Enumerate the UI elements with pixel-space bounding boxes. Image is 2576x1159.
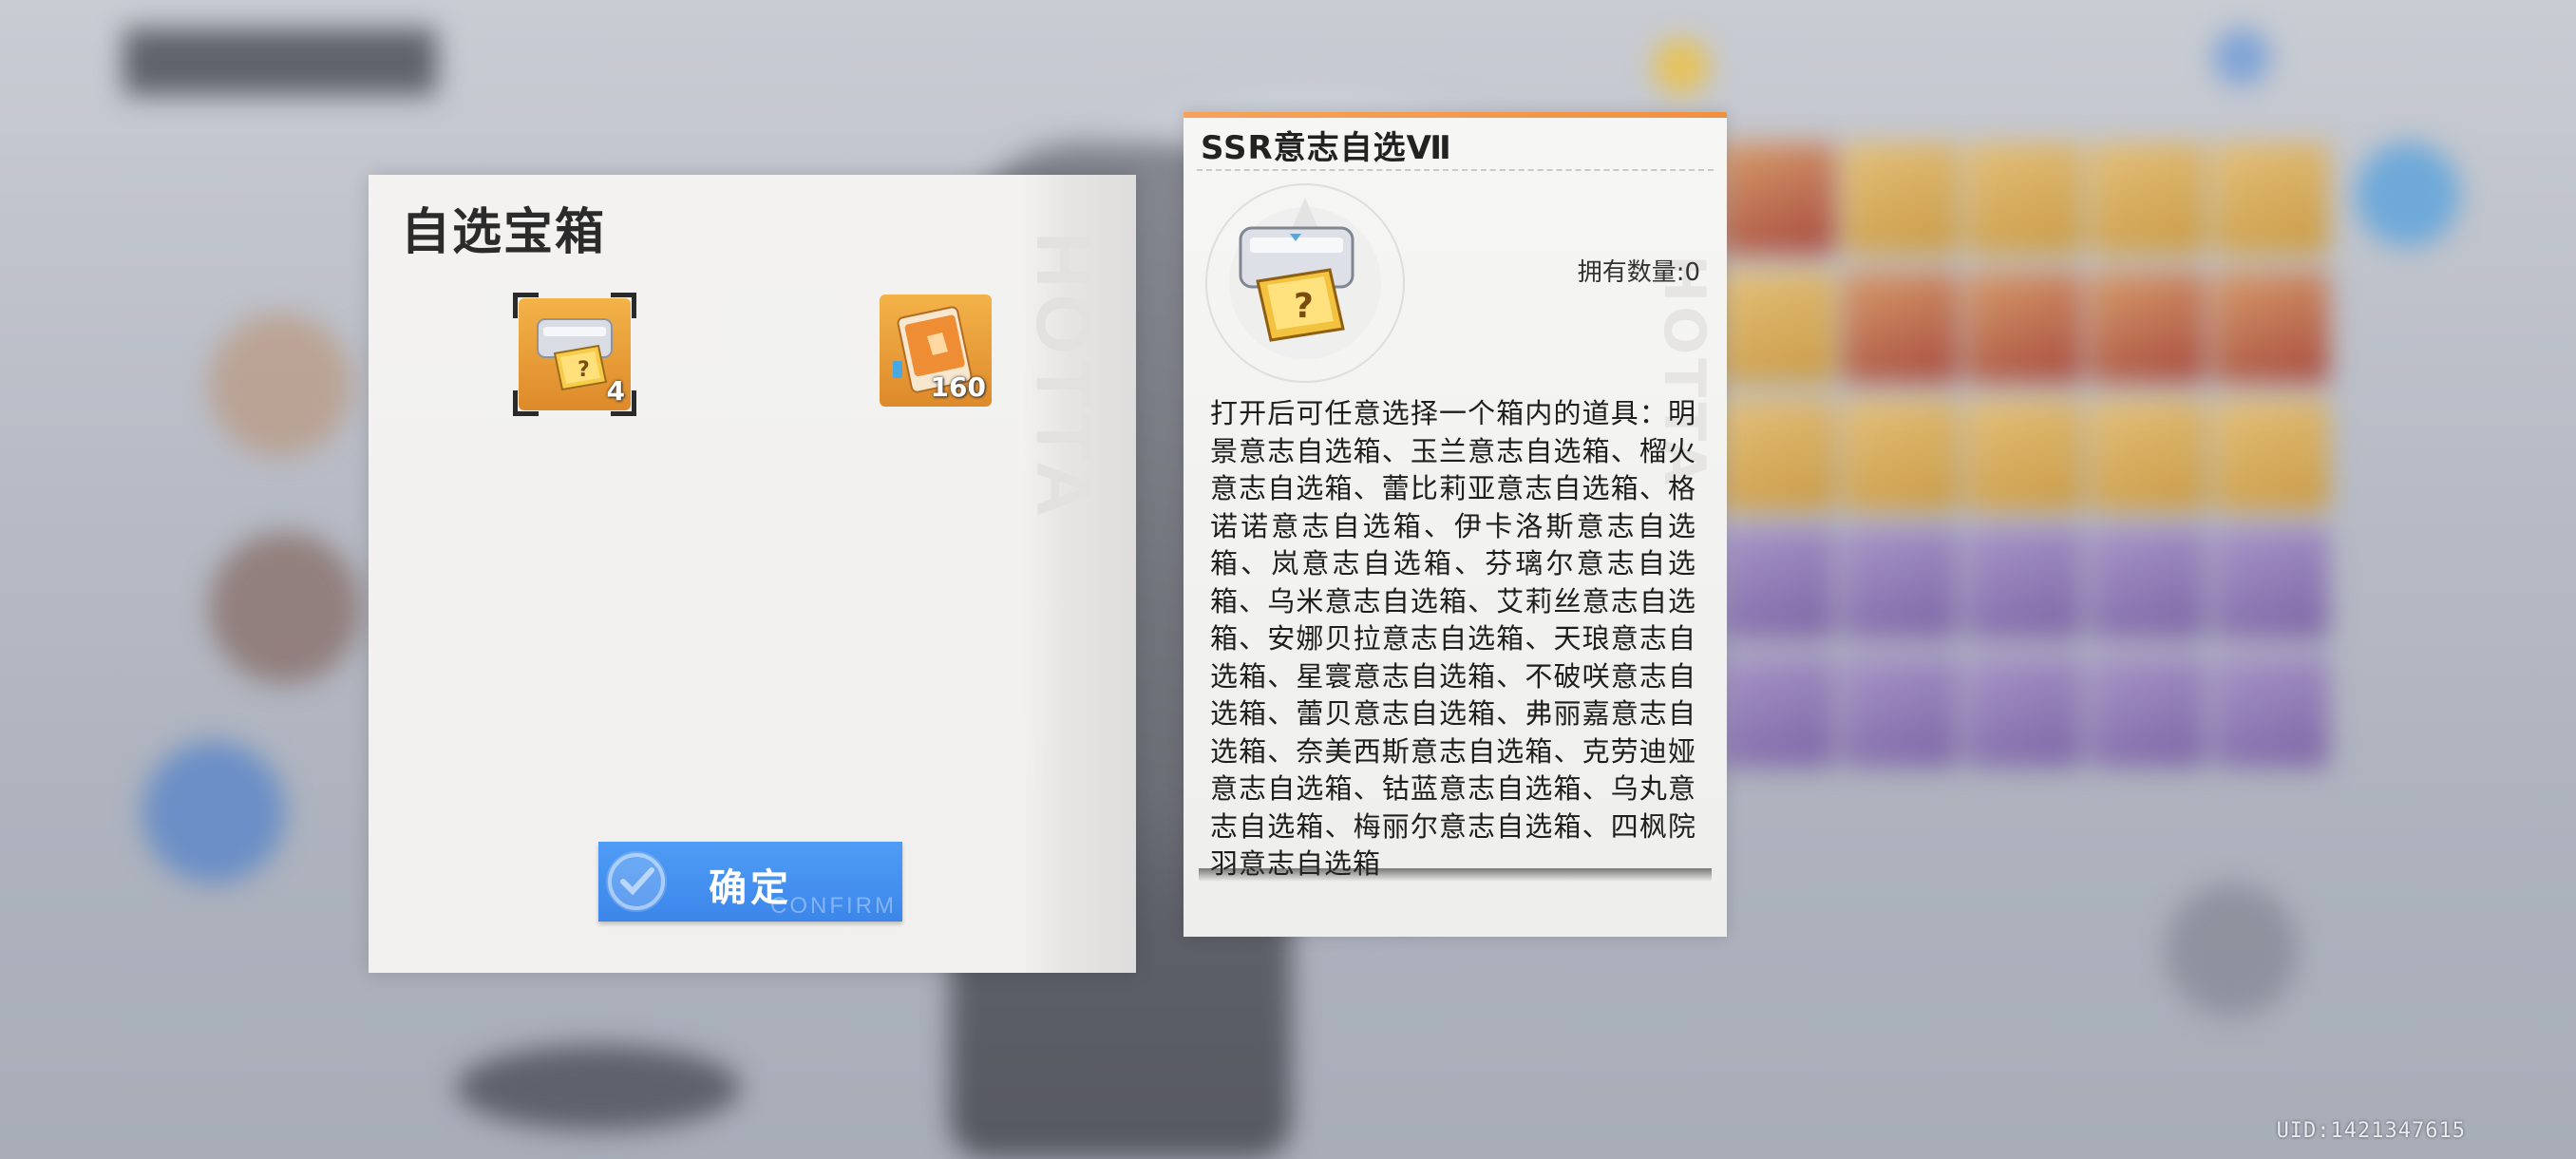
dialog-watermark: HOTTA bbox=[1020, 232, 1107, 523]
item-name: SSR意志自选Ⅶ bbox=[1201, 129, 1452, 167]
chest-selection-dialog: HOTTA 自选宝箱 ? 4 160 确定 CONFIRM bbox=[369, 175, 1136, 973]
player-uid: UID:1421347615 bbox=[2276, 1119, 2466, 1143]
confirm-button[interactable]: 确定 CONFIRM bbox=[598, 842, 902, 922]
confirm-sub-label: CONFIRM bbox=[770, 893, 897, 919]
svg-text:?: ? bbox=[578, 358, 590, 382]
description-fade bbox=[1199, 868, 1712, 882]
selection-corner-icon bbox=[513, 293, 539, 318]
description-scroll-area[interactable]: 打开后可任意选择一个箱内的道具：明景意志自选箱、玉兰意志自选箱、榴火意志自选箱、… bbox=[1210, 395, 1696, 876]
selection-corner-icon bbox=[611, 293, 636, 318]
svg-text:?: ? bbox=[1294, 287, 1314, 326]
item-slot-gold-voucher[interactable]: 160 bbox=[880, 294, 992, 407]
selection-corner-icon bbox=[611, 390, 636, 416]
ssr-will-selection-box-icon: ? bbox=[1201, 179, 1410, 388]
dialog-title: 自选宝箱 bbox=[401, 204, 607, 261]
item-slot-ssr-box[interactable]: ? 4 bbox=[513, 293, 636, 416]
title-divider bbox=[1197, 169, 1714, 171]
owned-count: 拥有数量:0 bbox=[1577, 258, 1700, 287]
item-detail-panel: HOTTA SSR意志自选Ⅶ ? 拥有数量:0 打开后可任意选择一个箱内的道具：… bbox=[1184, 112, 1727, 937]
item-description: 打开后可任意选择一个箱内的道具：明景意志自选箱、玉兰意志自选箱、榴火意志自选箱、… bbox=[1210, 397, 1696, 876]
selection-corner-icon bbox=[513, 390, 539, 416]
item-count: 160 bbox=[930, 371, 986, 403]
panel-accent-bar bbox=[1184, 112, 1727, 118]
